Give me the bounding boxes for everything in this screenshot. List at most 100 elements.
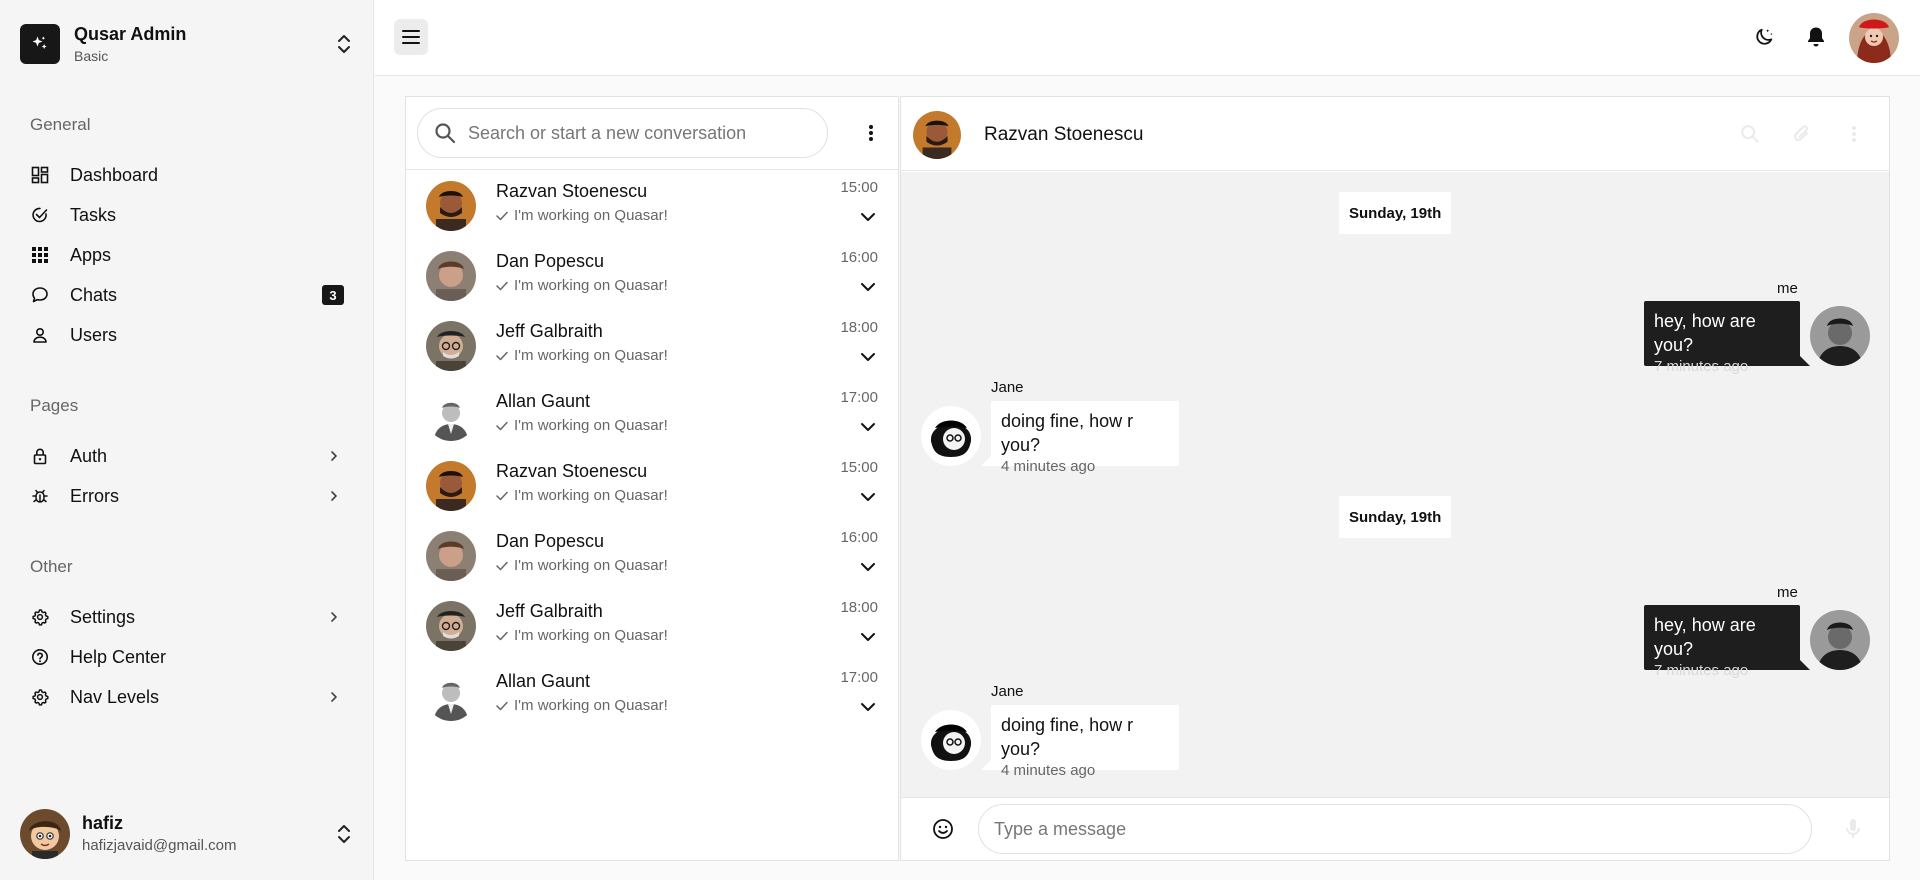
avatar [1810,306,1870,366]
user-name: hafiz [82,813,124,833]
sidebar-item-users[interactable]: Users [30,315,344,355]
chevron-right-icon [324,446,344,466]
last-message: I'm working on Quasar! [496,697,668,714]
conversation-search[interactable] [417,108,828,158]
conversation-item[interactable]: Razvan Stoenescu I'm working on Quasar! … [406,171,898,241]
contact-name: Allan Gaunt [496,671,591,691]
message-text: hey, how are you? [1654,615,1756,659]
sidebar-item-label: Apps [70,244,112,265]
conversation-item[interactable]: Jeff Galbraith I'm working on Quasar! 18… [406,311,898,381]
divider [406,169,898,170]
message-text: hey, how are you? [1654,311,1756,355]
conversation-item[interactable]: Dan Popescu I'm working on Quasar! 16:00 [406,521,898,591]
conversation-item[interactable]: Allan Gaunt I'm working on Quasar! 17:00 [406,381,898,451]
contact-name: Dan Popescu [496,531,605,551]
conversation-header: Razvan Stoenescu [901,97,1889,171]
conversation-item[interactable]: Allan Gaunt I'm working on Quasar! 17:00 [406,661,898,731]
chevron-right-icon [324,607,344,627]
chevron-down-icon[interactable] [856,485,880,509]
chevron-down-icon[interactable] [856,415,880,439]
brand-switcher[interactable]: Qusar Admin Basic [20,20,356,68]
conversation-item[interactable]: Dan Popescu I'm working on Quasar! 16:00 [406,241,898,311]
notifications-button[interactable] [1801,22,1831,52]
sidebar-item-apps[interactable]: Apps [30,235,344,275]
avatar [921,710,981,770]
avatar [426,181,476,231]
chevron-down-icon[interactable] [856,555,880,579]
sidebar-item-help-center[interactable]: Help Center [30,637,344,677]
sidebar-item-auth[interactable]: Auth [30,436,344,476]
chat-bubble-icon [30,285,50,305]
contact-name: Dan Popescu [496,251,605,271]
check-icon [496,211,508,221]
message-timestamp: 7 minutes ago [1654,662,1749,679]
more-vertical-icon[interactable] [1843,123,1865,145]
more-options-button[interactable] [859,121,883,145]
search-icon[interactable] [1739,123,1761,145]
check-icon [496,351,508,361]
moon-icon [1753,26,1775,48]
avatar [426,321,476,371]
profile-avatar-button[interactable] [1849,13,1899,63]
gear-icon [30,607,50,627]
sidebar-item-settings[interactable]: Settings [30,597,344,637]
more-vertical-icon [868,124,874,142]
sidebar-item-label: Users [70,324,118,345]
send-button[interactable] [1841,817,1865,841]
avatar [426,461,476,511]
search-input[interactable] [468,122,808,144]
message-time: 17:00 [840,389,878,406]
conversation-item[interactable]: Razvan Stoenescu I'm working on Quasar! … [406,451,898,521]
sidebar-item-chats[interactable]: Chats 3 [30,275,344,315]
sidebar-item-dashboard[interactable]: Dashboard [30,155,344,195]
gear-icon [30,687,50,707]
microphone-icon [1845,818,1861,840]
brand-title: Qusar Admin [74,24,187,44]
message-text: doing fine, how r you? [1001,715,1134,759]
sidebar-item-label: Errors [70,485,119,506]
unfold-icon [332,819,356,849]
check-icon [496,281,508,291]
chevron-down-icon[interactable] [856,275,880,299]
chevron-down-icon[interactable] [856,695,880,719]
sent-message: hey, how are you? 7 minutes ago [1644,605,1810,679]
avatar [1810,610,1870,670]
last-message: I'm working on Quasar! [496,487,668,504]
menu-toggle-button[interactable] [394,19,428,55]
attachment-icon[interactable] [1791,123,1813,145]
chevron-down-icon[interactable] [856,205,880,229]
help-circle-icon [30,647,50,667]
check-icon [496,701,508,711]
user-account-menu[interactable]: hafiz hafizjavaid@gmail.com [20,808,356,860]
avatar[interactable] [913,111,961,159]
chevron-right-icon [324,486,344,506]
message-time: 16:00 [840,529,878,546]
sent-message: hey, how are you? 7 minutes ago [1644,301,1810,375]
unfold-icon [332,29,356,59]
sparkle-icon [20,24,60,64]
sidebar-item-label: Chats [70,284,118,305]
sidebar-item-label: Tasks [70,204,117,225]
sidebar-item-tasks[interactable]: Tasks [30,195,344,235]
last-message-text: I'm working on Quasar! [514,557,668,574]
theme-toggle-button[interactable] [1749,22,1779,52]
chevron-down-icon[interactable] [856,625,880,649]
sidebar-item-nav-levels[interactable]: Nav Levels [30,677,344,717]
nav-group-general: General [30,115,91,134]
chevron-down-icon[interactable] [856,345,880,369]
last-message: I'm working on Quasar! [496,627,668,644]
sidebar-item-label: Dashboard [70,164,159,185]
last-message: I'm working on Quasar! [496,347,668,364]
sidebar-item-label: Auth [70,445,108,466]
last-message: I'm working on Quasar! [496,417,668,434]
conversation-item[interactable]: Jeff Galbraith I'm working on Quasar! 18… [406,591,898,661]
message-sender: Jane [991,683,1024,700]
lock-icon [30,446,50,466]
message-time: 15:00 [840,179,878,196]
last-message-text: I'm working on Quasar! [514,347,668,364]
sidebar-item-errors[interactable]: Errors [30,476,344,516]
emoji-button[interactable] [931,817,955,841]
message-composer [901,797,1889,860]
smiley-icon [932,818,954,840]
message-input[interactable] [978,804,1812,854]
